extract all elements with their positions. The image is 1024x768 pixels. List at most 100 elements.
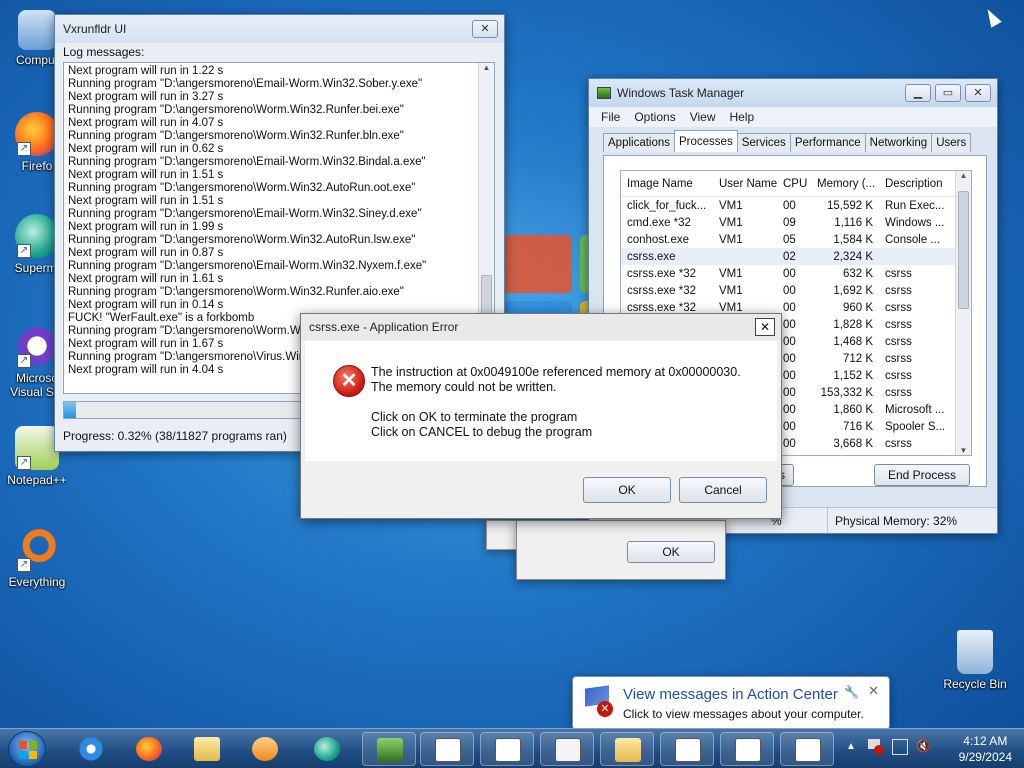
table-cell: 00 (783, 199, 796, 212)
taskbar-app-2[interactable] (480, 732, 534, 766)
menu-file[interactable]: File (601, 110, 620, 124)
table-cell: VM1 (719, 284, 743, 297)
ok-button[interactable]: OK (627, 541, 715, 563)
menu-bar: File Options View Help (589, 107, 997, 127)
column-header-user-name[interactable]: User Name (713, 178, 777, 190)
clock[interactable]: 4:12 AM 9/29/2024 (959, 733, 1012, 765)
taskbar-ie[interactable] (64, 732, 118, 766)
tab-services[interactable]: Services (736, 133, 791, 152)
end-process-button[interactable]: End Process (874, 464, 970, 486)
table-cell: VM1 (719, 267, 743, 280)
background-error-dialog: OK (516, 520, 726, 580)
table-row[interactable]: csrss.exe *32 VM1 00 1,692 K csrss (621, 282, 971, 299)
action-center-tray-icon[interactable] (868, 739, 884, 755)
taskbar-media-player[interactable] (238, 732, 292, 766)
log-line: Next program will run in 4.07 s (68, 117, 224, 129)
scroll-up-icon[interactable]: ▲ (479, 63, 494, 72)
maximize-button[interactable]: ▭ (935, 84, 961, 102)
ok-button[interactable]: OK (583, 477, 671, 503)
log-line: Next program will run in 1.51 s (68, 169, 224, 181)
table-cell: 00 (783, 386, 796, 399)
table-cell: Console ... (885, 233, 940, 246)
taskbar-app-5[interactable] (720, 732, 774, 766)
desktop-icon-recycle-bin[interactable]: Recycle Bin (940, 630, 1010, 691)
table-cell: csrss.exe (627, 250, 676, 263)
notification-title[interactable]: View messages in Action Center (623, 686, 838, 703)
close-button[interactable]: ✕ (755, 318, 775, 336)
taskbar-app-4[interactable] (660, 732, 714, 766)
visual-studio-icon: ↗ (15, 324, 59, 368)
table-row[interactable]: conhost.exe VM1 05 1,584 K Console ... (621, 231, 971, 248)
taskbar-app-3[interactable] (540, 732, 594, 766)
table-cell: csrss.exe *32 (627, 267, 697, 280)
desktop-icon-everything[interactable]: ↗ Everything (2, 528, 72, 589)
taskbar-explorer[interactable] (180, 732, 234, 766)
menu-options[interactable]: Options (634, 110, 675, 124)
desktop-icon-label: Notepad++ (7, 473, 67, 487)
error-titlebar[interactable]: csrss.exe - Application Error ✕ (301, 314, 781, 340)
scroll-thumb[interactable] (958, 191, 969, 309)
table-cell: csrss (885, 267, 912, 280)
column-header-memory[interactable]: Memory (... (811, 178, 879, 190)
table-cell: Run Exec... (885, 199, 945, 212)
table-cell: Windows ... (885, 216, 945, 229)
tab-applications[interactable]: Applications (603, 133, 676, 152)
log-line: Running program "D:\angersmoreno\Worm.Wi… (68, 286, 404, 298)
column-header-image-name[interactable]: Image Name (621, 178, 713, 190)
tab-performance[interactable]: Performance (789, 133, 866, 152)
start-button[interactable] (8, 731, 46, 767)
table-cell: csrss (885, 437, 912, 450)
table-row[interactable]: cmd.exe *32 VM1 09 1,116 K Windows ... (621, 214, 971, 231)
close-icon: ✕ (973, 87, 983, 99)
log-label: Log messages: (63, 45, 145, 59)
task-manager-titlebar[interactable]: Windows Task Manager ▁ ▭ ✕ (589, 79, 997, 107)
taskbar: ▲ 🔇 4:12 AM 9/29/2024 (0, 728, 1024, 768)
mouse-cursor-icon (982, 6, 1002, 28)
taskbar-app-1[interactable] (420, 732, 474, 766)
log-line: Next program will run in 1.99 s (68, 221, 224, 233)
volume-muted-icon[interactable]: 🔇 (916, 739, 934, 755)
table-row[interactable]: csrss.exe *32 VM1 00 632 K csrss (621, 265, 971, 282)
taskbar-firefox[interactable] (122, 732, 176, 766)
clock-date: 9/29/2024 (958, 750, 1012, 764)
table-cell: csrss (885, 318, 912, 331)
table-cell: csrss (885, 369, 912, 382)
show-hidden-icons-icon[interactable]: ▲ (846, 741, 856, 752)
tab-networking[interactable]: Networking (864, 133, 933, 152)
window-title: Windows Task Manager (617, 86, 745, 100)
taskbar-app-6[interactable] (780, 732, 834, 766)
close-icon: ✕ (480, 23, 490, 35)
minimize-button[interactable]: ▁ (905, 84, 931, 102)
menu-help[interactable]: Help (730, 110, 755, 124)
tab-users[interactable]: Users (931, 133, 972, 152)
column-header-cpu[interactable]: CPU (777, 178, 811, 190)
cancel-button[interactable]: Cancel (679, 477, 767, 503)
application-error-dialog: csrss.exe - Application Error ✕ ✕ The in… (300, 313, 782, 519)
table-cell: 05 (783, 233, 796, 246)
table-cell: csrss (885, 284, 912, 297)
network-icon[interactable] (892, 739, 908, 755)
process-scrollbar[interactable]: ▲ ▼ (955, 171, 971, 455)
taskbar-task-manager[interactable] (362, 732, 416, 766)
scroll-up-icon[interactable]: ▲ (956, 171, 971, 180)
close-button[interactable]: ✕ (965, 84, 991, 102)
close-button[interactable]: ✕ (472, 20, 498, 38)
tab-processes[interactable]: Processes (674, 130, 738, 152)
tab-strip: Applications Processes Services Performa… (603, 130, 972, 152)
wrench-icon[interactable]: 🔧 (844, 685, 859, 699)
scroll-down-icon[interactable]: ▼ (956, 446, 971, 455)
close-icon[interactable]: ✕ (868, 683, 879, 699)
error-message-area: ✕ The instruction at 0x0049100e referenc… (305, 341, 777, 461)
action-center-notification[interactable]: ✕ View messages in Action Center Click t… (572, 676, 890, 730)
vxrunfldr-titlebar[interactable]: Vxrunfldr UI ✕ (55, 15, 504, 43)
taskbar-supermium[interactable] (300, 732, 354, 766)
table-row[interactable]: click_for_fuck... VM1 00 15,592 K Run Exec..… (621, 197, 971, 214)
supermium-icon (314, 737, 340, 761)
table-row[interactable]: csrss.exe 02 2,324 K (621, 248, 971, 265)
table-cell: 00 (783, 352, 796, 365)
table-cell: 2,324 K (833, 250, 873, 263)
taskbar-folder[interactable] (600, 732, 654, 766)
column-header-description[interactable]: Description (879, 178, 955, 190)
menu-view[interactable]: View (690, 110, 716, 124)
table-cell: 09 (783, 216, 796, 229)
